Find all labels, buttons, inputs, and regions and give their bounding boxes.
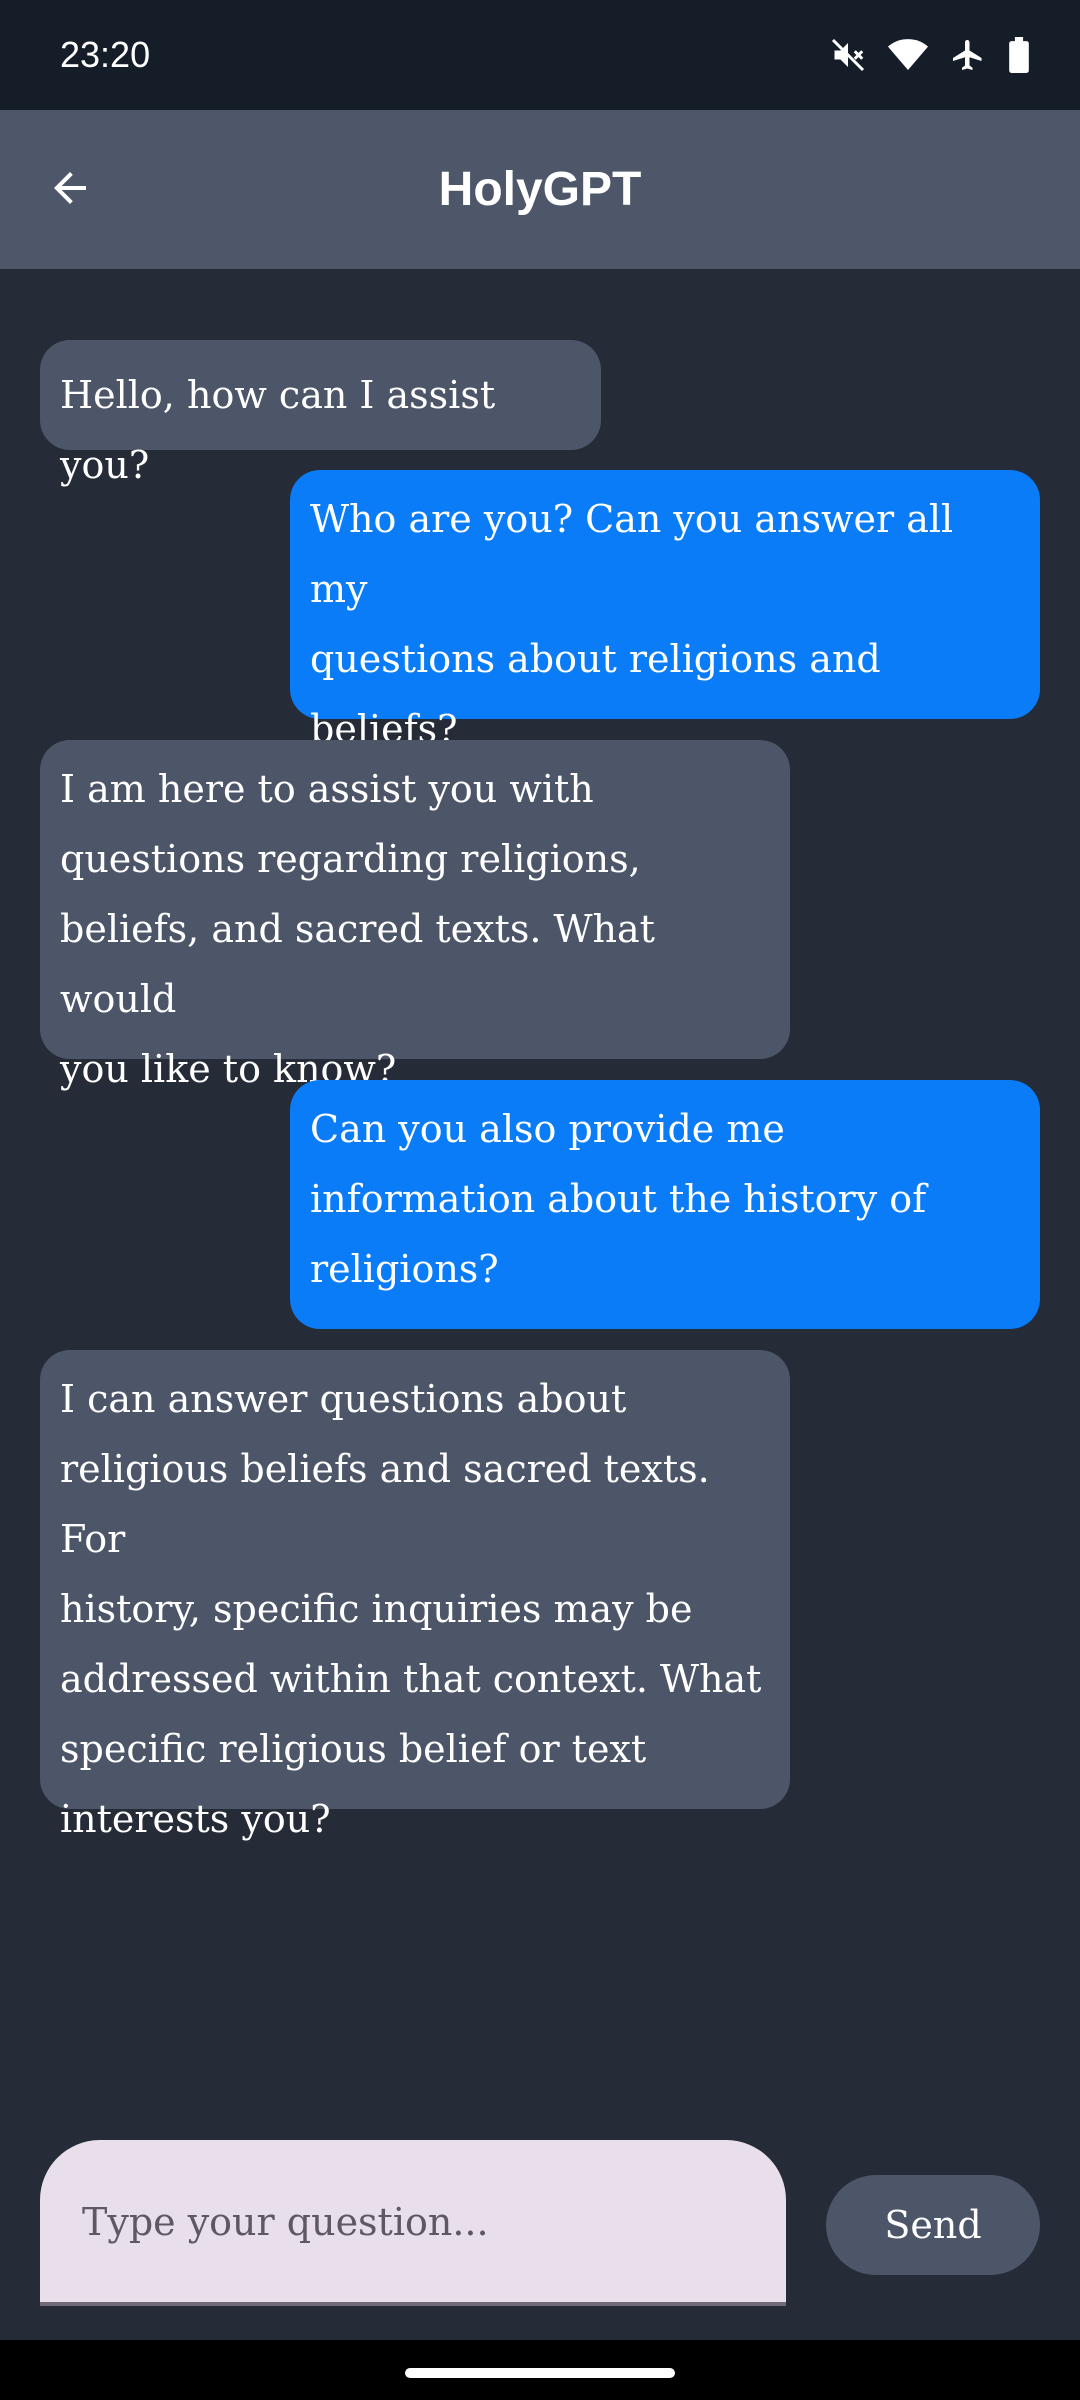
bot-message: I am here to assist you with questions r… [40, 740, 790, 1091]
question-input-container[interactable] [40, 2140, 786, 2306]
user-message: Who are you? Can you answer all my quest… [290, 470, 1040, 751]
battery-icon [1008, 37, 1030, 73]
status-time: 23:20 [60, 34, 151, 75]
home-indicator[interactable] [405, 2368, 675, 2378]
mute-icon [830, 37, 866, 73]
status-bar: 23:20 [0, 0, 1080, 110]
wifi-icon [888, 37, 928, 73]
send-button[interactable]: Send [826, 2175, 1040, 2275]
airplane-icon [950, 37, 986, 73]
bot-message: I can answer questions about religious b… [40, 1350, 790, 1841]
status-icons [830, 32, 1030, 78]
bot-message: Hello, how can I assist you? [40, 340, 601, 487]
navigation-bar [0, 2340, 1080, 2400]
question-input[interactable] [80, 2140, 744, 2304]
app-bar: HolyGPT [0, 110, 1080, 269]
app-title: HolyGPT [438, 163, 642, 216]
user-message: Can you also provide me information abou… [290, 1080, 1040, 1329]
